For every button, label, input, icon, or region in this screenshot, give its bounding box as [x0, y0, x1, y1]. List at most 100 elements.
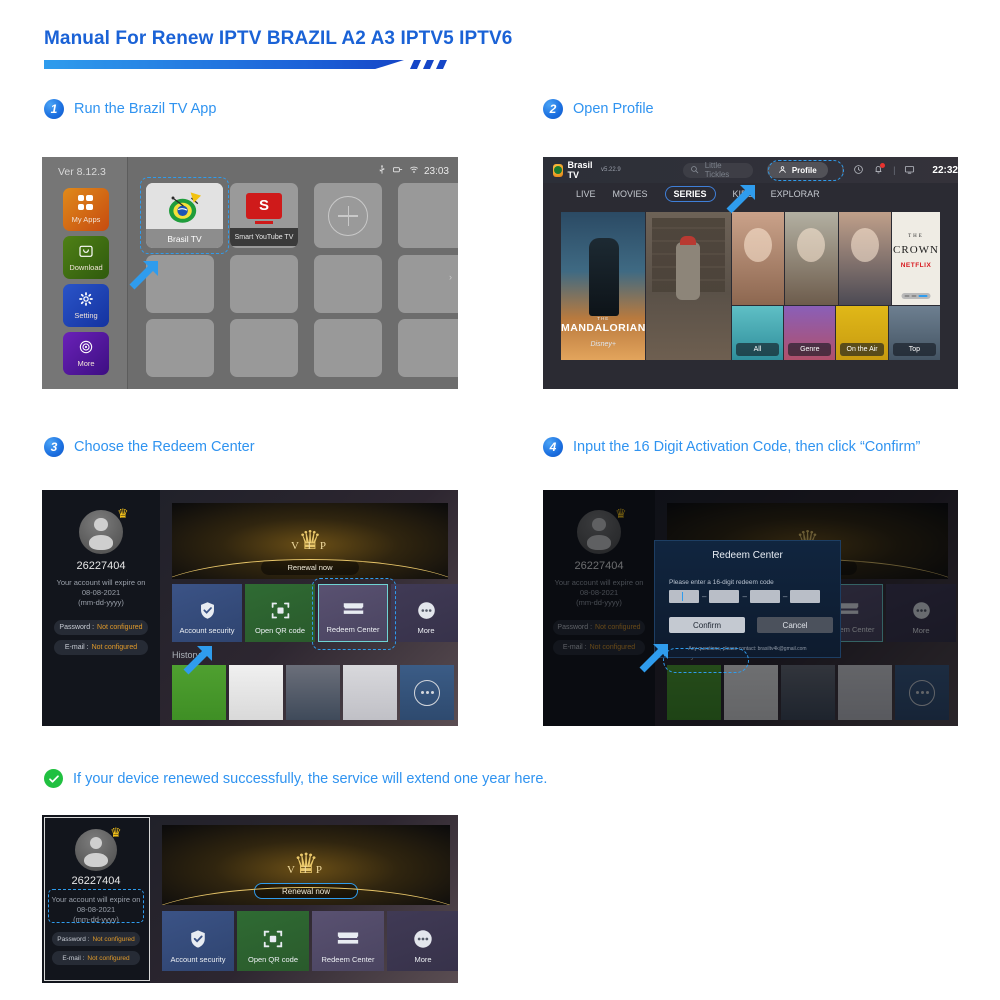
crown-icon: ♛: [117, 506, 129, 521]
tile-open-qr-code[interactable]: Open QR code: [237, 911, 309, 971]
sidebar-item-my-apps[interactable]: My Apps: [63, 188, 109, 231]
profile-sidebar: ♛ 26227404 Your account will expire on 0…: [42, 490, 160, 726]
brand-version: v5.22.9: [601, 167, 621, 173]
confirm-button[interactable]: Confirm: [669, 617, 745, 633]
tile-open-qr-code[interactable]: Open QR code: [245, 584, 315, 642]
code-input-3[interactable]: [749, 590, 780, 603]
dialog-buttons: Confirm Cancel: [669, 617, 833, 633]
app-tile-empty[interactable]: [314, 255, 382, 313]
poster-mandalorian[interactable]: THE MANDALORIAN Disney+: [561, 212, 646, 360]
cancel-button[interactable]: Cancel: [757, 617, 833, 633]
redeem-center-dialog: Redeem Center Please enter a 16-digit re…: [654, 540, 841, 658]
email-row[interactable]: E-mail : Not configured: [54, 640, 148, 655]
carousel-pagination[interactable]: [901, 292, 931, 299]
launcher-sidebar: Ver 8.12.3 My Apps Download Setting More: [42, 157, 128, 389]
password-label: Password :: [59, 624, 95, 631]
poster-carousel: THE MANDALORIAN Disney+ THE CROWN NETFLI…: [561, 212, 940, 360]
category-label: Top: [892, 343, 936, 356]
password-value: Not configured: [97, 624, 143, 631]
search-placeholder: Little Tickles: [704, 161, 730, 179]
code-input-4[interactable]: [790, 590, 821, 603]
tile-redeem-center[interactable]: Redeem Center: [312, 911, 384, 971]
cast-icon[interactable]: [904, 164, 915, 177]
tile-account-security[interactable]: Account security: [172, 584, 242, 642]
history-thumb[interactable]: [229, 665, 283, 720]
sidebar-item-download[interactable]: Download: [63, 236, 109, 279]
tile-label: More: [414, 955, 432, 964]
tab-live[interactable]: LIVE: [576, 189, 596, 199]
vip-label: V I P: [290, 540, 330, 552]
pointer-arrow-icon: [638, 640, 672, 674]
poster-face[interactable]: [785, 212, 838, 305]
vip-banner: ♛ V I P Renewal now: [172, 503, 448, 579]
screenshot-redeem-dialog: ♛ 26227404 Your account will expire on 0…: [543, 490, 958, 726]
history-thumb[interactable]: [286, 665, 340, 720]
sidebar-item-more[interactable]: More: [63, 332, 109, 375]
tile-label: Account security: [170, 955, 226, 964]
history-thumb[interactable]: [343, 665, 397, 720]
tile-more[interactable]: More: [387, 911, 458, 971]
code-separator: –: [742, 592, 747, 601]
category-tile-top[interactable]: Top: [888, 306, 940, 360]
expiry-line-2: 08-08-2021: [81, 587, 121, 597]
poster-music[interactable]: [646, 212, 731, 360]
sidebar-item-setting[interactable]: Setting: [63, 284, 109, 327]
vip-banner: ♛ V I P Renewal now: [162, 825, 450, 905]
tab-series[interactable]: SERIES: [664, 186, 716, 202]
launcher-app-grid: 23:03 Brasil TV S Smart YouTube TV ›: [128, 157, 458, 389]
top-bar-icons: | | 22:32: [841, 162, 958, 177]
step-header-1: 1 Run the Brazil TV App: [44, 99, 216, 119]
success-note: If your device renewed successfully, the…: [44, 769, 547, 788]
step-header-4: 4 Input the 16 Digit Activation Code, th…: [543, 437, 920, 457]
pointer-arrow-icon: [182, 642, 216, 676]
clock-icon[interactable]: [853, 164, 864, 177]
gear-icon: [78, 291, 95, 308]
add-app-icon[interactable]: [314, 183, 382, 248]
app-tile-smart-youtube-tv[interactable]: S Smart YouTube TV: [230, 183, 298, 248]
tile-more[interactable]: More: [391, 584, 458, 642]
app-tile-empty[interactable]: [146, 319, 214, 377]
grid-pager-indicator: ›: [449, 272, 452, 282]
tile-label: Account security: [179, 626, 235, 635]
bell-icon[interactable]: [873, 162, 886, 177]
expiry-line-1: Your account will expire on: [56, 578, 146, 587]
tile-account-security[interactable]: Account security: [162, 911, 234, 971]
category-label: All: [735, 343, 780, 356]
app-tile-empty[interactable]: [398, 183, 458, 248]
code-input-2[interactable]: [709, 590, 740, 603]
app-brand: Brasil TV v5.22.9: [553, 160, 621, 180]
page-header: Manual For Renew IPTV BRAZIL A2 A3 IPTV5…: [44, 28, 564, 70]
app-tile-empty[interactable]: [398, 255, 458, 313]
youtube-icon: S: [230, 183, 298, 228]
screenshot-brasiltv-home: Brasil TV v5.22.9 Little Tickles Profile…: [543, 157, 958, 389]
app-tile-empty[interactable]: [230, 255, 298, 313]
app-tile-empty[interactable]: [314, 319, 382, 377]
history-more[interactable]: [400, 665, 454, 720]
divider-tick-icon: [409, 60, 422, 69]
title-divider: [44, 59, 462, 70]
poster-the-crown[interactable]: THE CROWN NETFLIX: [892, 212, 940, 305]
screenshot-profile-redeem: ♛ 26227404 Your account will expire on 0…: [42, 490, 458, 726]
code-input-1[interactable]: [669, 590, 699, 603]
category-tile-genre[interactable]: Genre: [784, 306, 836, 360]
tab-explorar[interactable]: EXPLORAR: [771, 189, 820, 199]
download-bag-icon: [78, 243, 95, 260]
qr-scan-icon: [270, 600, 291, 621]
search-input[interactable]: Little Tickles: [682, 161, 753, 179]
success-note-label: If your device renewed successfully, the…: [73, 770, 548, 787]
category-tile-all[interactable]: All: [731, 306, 784, 360]
selection-highlight-profile: [768, 160, 844, 181]
tab-movies[interactable]: MOVIES: [613, 189, 648, 199]
app-tile-empty[interactable]: [398, 319, 458, 377]
password-row[interactable]: Password : Not configured: [54, 620, 148, 635]
category-tile-on-the-air[interactable]: On the Air: [836, 306, 888, 360]
dialog-title: Redeem Center: [712, 550, 783, 561]
poster-face[interactable]: [731, 212, 785, 305]
notification-badge: [880, 162, 886, 168]
step-label: Choose the Redeem Center: [74, 439, 255, 455]
target-circle-icon: [78, 339, 95, 356]
app-tile-empty[interactable]: [230, 319, 298, 377]
step-header-2: 2 Open Profile: [543, 99, 654, 119]
redeem-code-inputs: – – –: [669, 590, 821, 603]
poster-face[interactable]: [838, 212, 891, 305]
